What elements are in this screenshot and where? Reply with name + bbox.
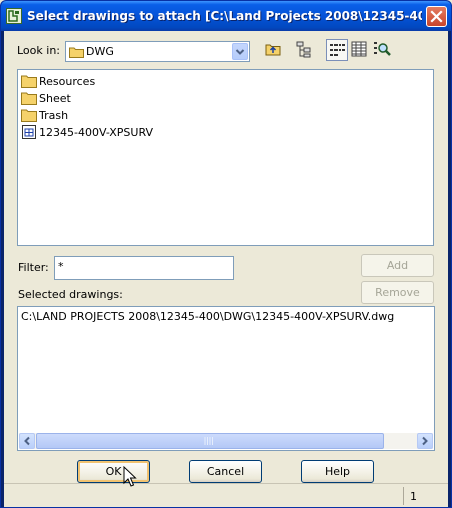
up-one-level-icon — [265, 44, 281, 56]
list-view-button[interactable] — [326, 39, 348, 61]
file-list[interactable]: Resources Sheet Trash 12345-400V-XPSURV — [17, 69, 434, 246]
look-in-dropdown[interactable]: DWG — [65, 41, 250, 62]
list-item-label: 12345-400V-XPSURV — [39, 126, 154, 139]
folder-icon — [21, 75, 37, 88]
preview-icon — [374, 42, 391, 56]
add-button[interactable]: Add — [361, 254, 434, 277]
help-button[interactable]: Help — [301, 460, 374, 483]
list-view-icon — [330, 44, 345, 56]
filter-label: Filter: — [18, 261, 49, 274]
ok-button[interactable]: OK — [77, 460, 150, 483]
chevron-right-icon — [422, 436, 428, 446]
selected-drawings-list[interactable]: C:\LAND PROJECTS 2008\12345-400\DWG\1234… — [17, 306, 435, 451]
app-icon — [6, 8, 22, 24]
folder-icon — [69, 47, 84, 58]
details-view-button[interactable] — [349, 39, 371, 61]
look-in-value: DWG — [86, 45, 114, 58]
list-item-label: Resources — [39, 75, 96, 88]
close-button[interactable] — [426, 6, 447, 27]
mouse-cursor-icon — [123, 466, 137, 487]
tree-view-icon — [296, 41, 311, 58]
status-count: 1 — [410, 490, 417, 503]
grip-icon — [204, 437, 213, 445]
selected-item[interactable]: C:\LAND PROJECTS 2008\12345-400\DWG\1234… — [21, 310, 394, 323]
dialog-body: Look in: DWG Resources Sheet Trash 12345… — [4, 31, 448, 507]
drawing-file-icon — [22, 125, 36, 139]
title-bar[interactable]: Select drawings to attach [C:\Land Proje… — [1, 1, 451, 31]
chevron-down-icon — [235, 49, 245, 55]
cancel-button[interactable]: Cancel — [189, 460, 262, 483]
chevron-left-icon — [24, 436, 30, 446]
details-view-icon — [351, 41, 367, 57]
filter-input[interactable]: * — [54, 256, 234, 280]
tree-view-button[interactable] — [294, 39, 316, 61]
preview-button[interactable] — [372, 39, 394, 61]
dropdown-arrow-button[interactable] — [232, 43, 248, 60]
horizontal-scrollbar[interactable] — [19, 433, 433, 449]
selected-drawings-label: Selected drawings: — [18, 288, 123, 301]
dialog-window: Select drawings to attach [C:\Land Proje… — [0, 0, 452, 508]
scroll-left-button[interactable] — [19, 433, 35, 449]
filter-value: * — [58, 260, 64, 273]
close-icon — [430, 10, 443, 23]
list-item-label: Sheet — [39, 92, 71, 105]
remove-button[interactable]: Remove — [361, 281, 434, 304]
scroll-right-button[interactable] — [417, 433, 433, 449]
folder-icon — [21, 92, 37, 105]
folder-icon — [21, 109, 37, 122]
list-item-label: Trash — [39, 109, 69, 122]
status-bar: 1 — [4, 483, 448, 507]
up-one-level-button[interactable] — [263, 39, 285, 61]
status-divider — [403, 487, 404, 505]
scrollbar-thumb[interactable] — [36, 433, 384, 449]
look-in-label: Look in: — [17, 44, 60, 57]
window-title: Select drawings to attach [C:\Land Proje… — [27, 9, 422, 23]
